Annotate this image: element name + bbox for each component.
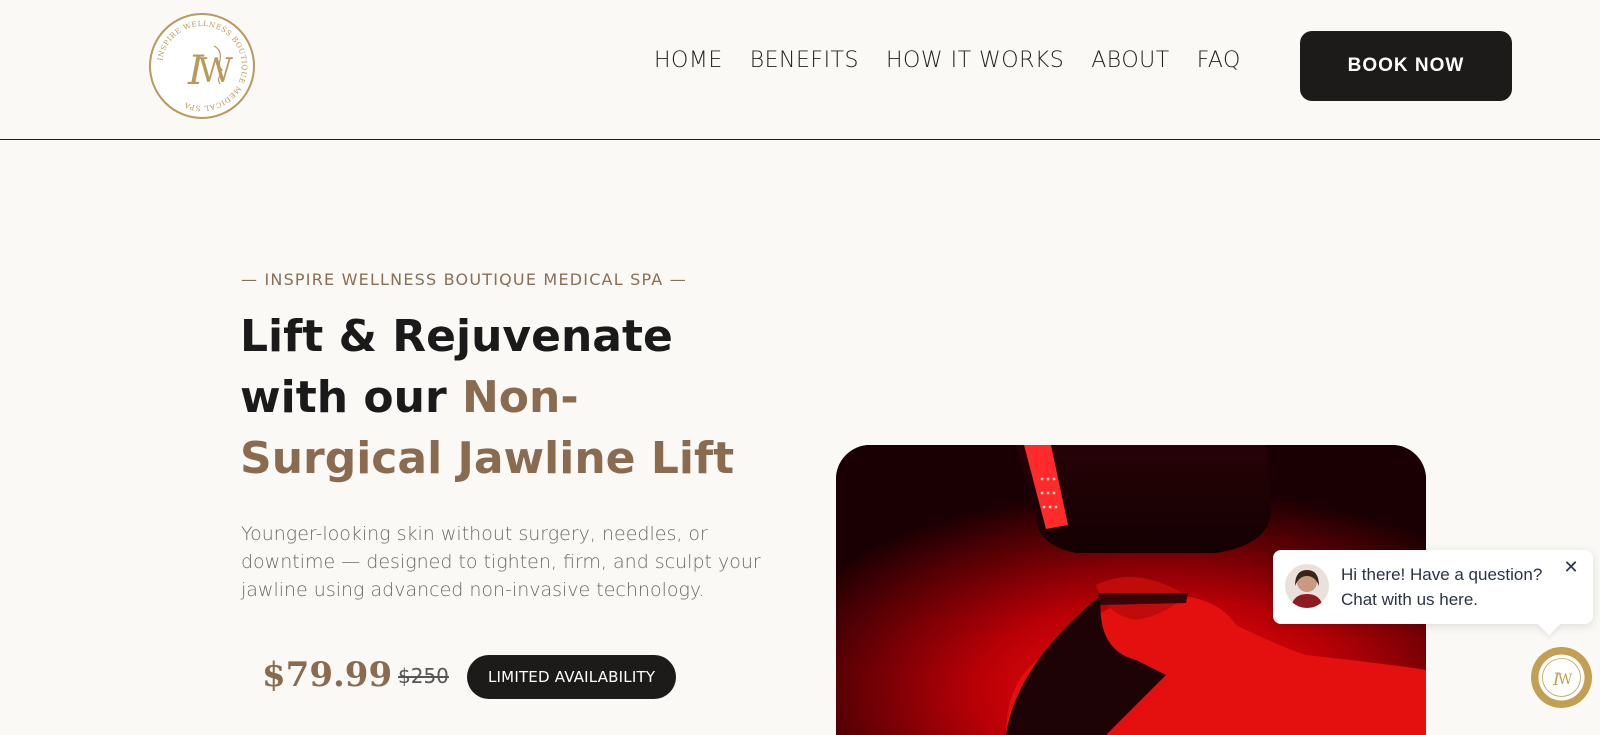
- nav-how-it-works[interactable]: HOW IT WORKS: [886, 48, 1064, 73]
- agent-avatar: [1285, 564, 1329, 608]
- hero-subcopy: Younger-looking skin without surgery, ne…: [241, 523, 761, 601]
- svg-text:W: W: [1558, 672, 1573, 688]
- limited-availability-badge: LIMITED AVAILABILITY: [467, 655, 677, 699]
- chat-launcher-button[interactable]: I W: [1531, 647, 1592, 708]
- brand-logo[interactable]: INSPIRE WELLNESS BOUTIQUE MEDICAL SPA I …: [148, 12, 256, 120]
- nav-faq[interactable]: FAQ: [1197, 48, 1241, 73]
- chat-message: Hi there! Have a question? Chat with us …: [1341, 565, 1543, 609]
- svg-text:W: W: [198, 51, 233, 91]
- close-icon[interactable]: ✕: [1561, 558, 1581, 578]
- nav-benefits[interactable]: BENEFITS: [750, 48, 859, 73]
- hero-eyebrow: — INSPIRE WELLNESS BOUTIQUE MEDICAL SPA …: [241, 270, 687, 289]
- nav-home[interactable]: HOME: [654, 48, 723, 73]
- chat-prompt-card[interactable]: Hi there! Have a question? Chat with us …: [1273, 550, 1593, 624]
- book-now-button[interactable]: BOOK NOW: [1300, 31, 1512, 101]
- site-header: INSPIRE WELLNESS BOUTIQUE MEDICAL SPA I …: [0, 0, 1600, 140]
- nav-about[interactable]: ABOUT: [1091, 48, 1169, 73]
- iw-monogram-icon: I W: [1538, 654, 1585, 701]
- main-nav: HOME BENEFITS HOW IT WORKS ABOUT FAQ: [654, 48, 1241, 73]
- hero-headline: Lift & Rejuvenate with our Non-Surgical …: [240, 306, 780, 489]
- current-price: $79.99: [262, 655, 393, 695]
- headline-main: Lift & Rejuvenate with our: [240, 311, 673, 423]
- original-price: $250: [398, 664, 449, 688]
